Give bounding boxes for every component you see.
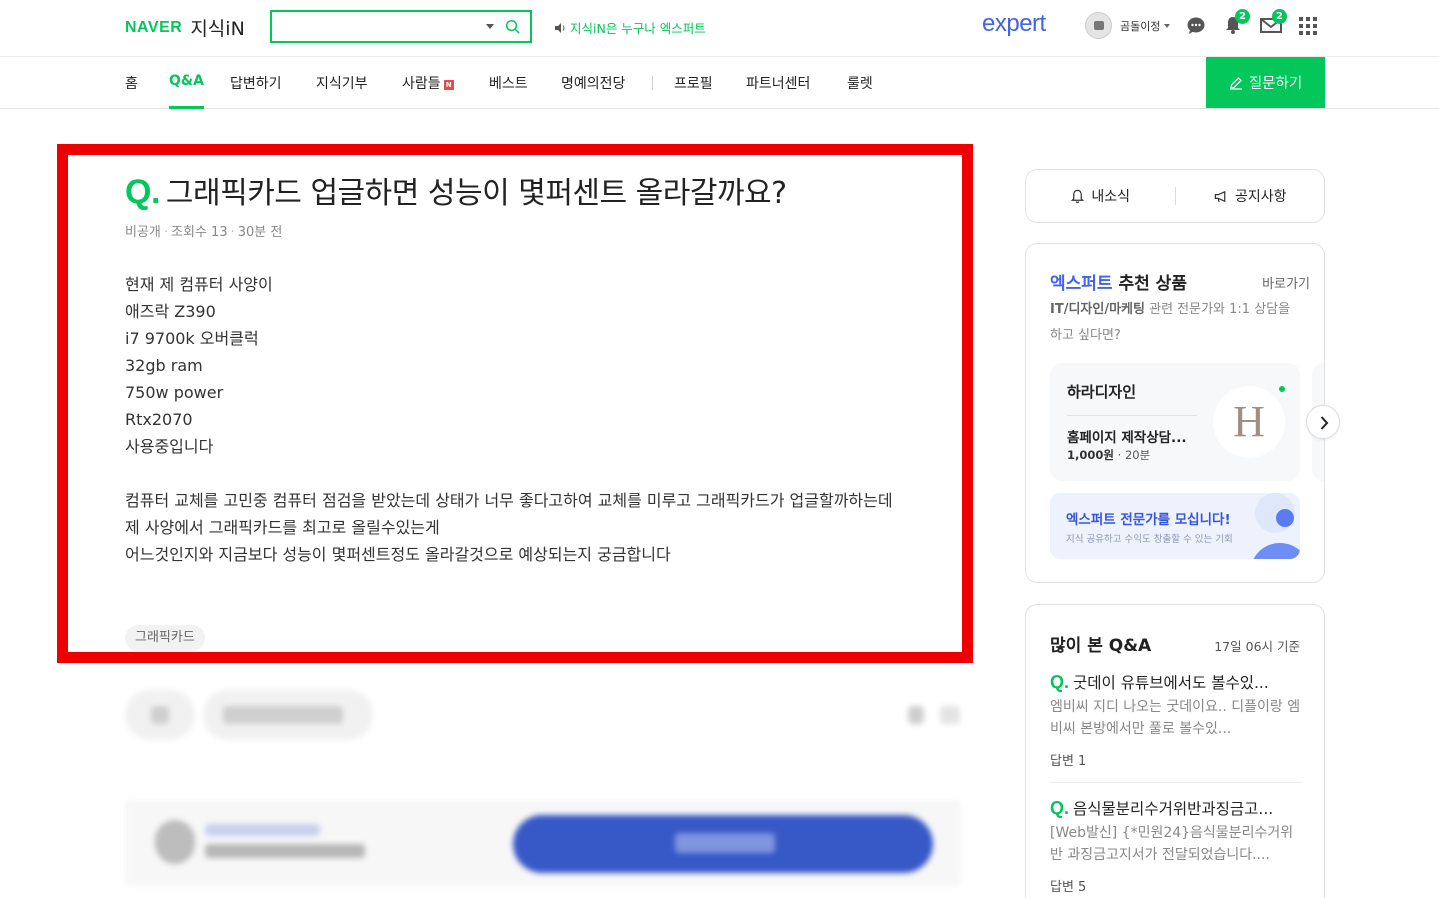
tab-my-news[interactable]: 내소식 [1026,186,1175,206]
talk-icon[interactable] [1186,15,1206,35]
tab-notice-label: 공지사항 [1234,189,1287,205]
top-qa-item[interactable]: Q. 음식물분리수거위반과징금고... [Web발신] {*민원24}음식물분리수… [1050,797,1302,895]
search-input[interactable] [278,16,468,38]
tab-my-news-label: 내소식 [1091,189,1131,205]
expert-recruit-banner[interactable]: 엑스퍼트 전문가를 모십니다! 지식 공유하고 수익도 창출할 수 있는 기회 [1050,493,1300,559]
ask-question-button[interactable]: 질문하기 [1206,57,1325,108]
expert-shortcut-link[interactable]: 바로가기 [1262,273,1310,292]
nav-donate[interactable]: 지식기부 [316,73,368,109]
user-menu[interactable]: 곰돌이정 [1085,12,1171,39]
naver-logo-text: NAVER [125,18,183,36]
megaphone-icon [1214,190,1226,202]
tab-notice[interactable]: 공지사항 [1176,186,1325,206]
avatar[interactable] [1085,12,1112,39]
nav-hall-of-fame[interactable]: 명예의전당 [561,73,625,109]
search-dropdown-icon[interactable] [486,24,494,29]
chevron-right-icon [1320,416,1329,430]
search-icon[interactable] [505,19,520,34]
pencil-icon [1229,76,1242,90]
nav-best[interactable]: 베스트 [489,73,528,109]
product-price-value: 1,000원 [1067,448,1114,462]
top-header: NAVER 지식iN 지식iN은 누구나 엑스퍼트 expert 곰돌이정 2 … [0,0,1439,57]
nav-people-label: 사람들 [402,76,441,92]
online-status-dot [1279,386,1285,392]
top-qa-item-desc: [Web발신] {*민원24}음식물분리수거위반 과징금고지서가 전달되었습니다… [1050,825,1294,863]
highlight-box [57,144,973,663]
expert-card-title: 엑스퍼트 추천 상품 [1050,269,1187,294]
expert-card-desc: IT/디자인/마케팅 관련 전문가와 1:1 상담을 하고 싶다면? [1050,297,1300,349]
top-qa-item-title-text: 굿데이 유튜브에서도 볼수있... [1073,674,1269,692]
top-qa-item-q: Q. [1050,798,1070,818]
expert-promo-link[interactable]: 지식iN은 누구나 엑스퍼트 [554,18,706,37]
nav-partner-center[interactable]: 파트너센터 [746,73,810,109]
my-news-notice-card: 내소식 공지사항 [1025,169,1325,223]
nav-home[interactable]: 홈 [125,73,138,109]
notification-count-badge: 2 [1235,9,1250,24]
carousel-next-button[interactable] [1306,405,1340,439]
top-qa-item-answers: 답변 5 [1050,880,1087,895]
nav-answer[interactable]: 답변하기 [230,73,282,109]
top-qa-item-q: Q. [1050,672,1070,692]
expert-product-card[interactable]: 하라디자인 홈페이지 제작상담... 1,000원 · 20분 H [1050,363,1300,481]
apps-grid-icon[interactable] [1299,17,1319,37]
nav-people[interactable]: 사람들 N [402,73,454,109]
blurred-action-row [125,690,965,740]
expert-logo[interactable]: expert [982,10,1046,38]
nav-divider [652,76,653,90]
new-badge: N [443,80,454,90]
nav-roulette[interactable]: 룰렛 [847,73,873,109]
top-qa-item-answers: 답변 1 [1050,754,1087,769]
top-qa-item-title: Q. 굿데이 유튜브에서도 볼수있... [1050,671,1302,693]
top-qa-item-desc: 엠비씨 지디 나오는 굿데이요.. 디플이랑 엠비씨 본방에서만 풀로 볼수있.… [1050,699,1301,737]
chevron-down-icon[interactable] [1164,23,1171,28]
mail-count-badge: 2 [1272,9,1287,24]
expert-name: 하라디자인 [1067,383,1137,401]
naver-kin-logo[interactable]: NAVER 지식iN [125,14,245,41]
speaker-icon [555,22,565,33]
top-qa-divider [1050,782,1302,783]
top-qa-item[interactable]: Q. 굿데이 유튜브에서도 볼수있... 엠비씨 지디 나오는 굿데이요.. 디플… [1050,671,1302,769]
expert-logo-image: H [1213,386,1285,458]
bell-icon [1071,189,1085,203]
product-price: 1,000원 · 20분 [1067,448,1151,462]
nav-profile[interactable]: 프로필 [674,73,713,109]
notification-bell-icon[interactable]: 2 [1223,9,1250,35]
ask-question-label: 질문하기 [1248,76,1303,92]
product-divider [1067,415,1197,416]
expert-desc-category: IT/디자인/마케팅 [1050,302,1145,317]
blurred-answer-prompt [125,800,961,886]
nav-qa[interactable]: Q&A [169,73,204,109]
banner-decoration [1250,543,1300,559]
top-qa-time: 17일 06시 기준 [1214,639,1300,654]
banner-decoration [1276,509,1294,527]
user-name[interactable]: 곰돌이정 [1120,18,1160,34]
top-qa-title: 많이 본 Q&A [1050,636,1152,656]
expert-title-blue: 엑스퍼트 [1050,274,1113,294]
recruit-title: 엑스퍼트 전문가를 모십니다! [1066,512,1231,528]
top-qa-card: 많이 본 Q&A 17일 06시 기준 Q. 굿데이 유튜브에서도 볼수있... … [1025,604,1325,898]
top-qa-item-title-text: 음식물분리수거위반과징금고... [1073,800,1274,818]
promo-text: 지식iN은 누구나 엑스퍼트 [570,21,706,36]
main-nav: 홈 Q&A 답변하기 지식기부 사람들 N 베스트 명예의전당 프로필 파트너센터… [0,57,1439,109]
search-box[interactable] [270,10,532,43]
expert-title-rest: 추천 상품 [1118,274,1187,294]
kin-logo-text: 지식iN [190,18,245,40]
top-qa-item-title: Q. 음식물분리수거위반과징금고... [1050,797,1302,819]
product-title: 홈페이지 제작상담... [1067,430,1187,446]
mail-icon[interactable]: 2 [1260,9,1287,35]
recruit-subtitle: 지식 공유하고 수익도 창출할 수 있는 기회 [1066,534,1233,545]
product-duration: 20분 [1124,448,1151,462]
expert-recommend-card: 엑스퍼트 추천 상품 바로가기 IT/디자인/마케팅 관련 전문가와 1:1 상… [1025,243,1325,583]
